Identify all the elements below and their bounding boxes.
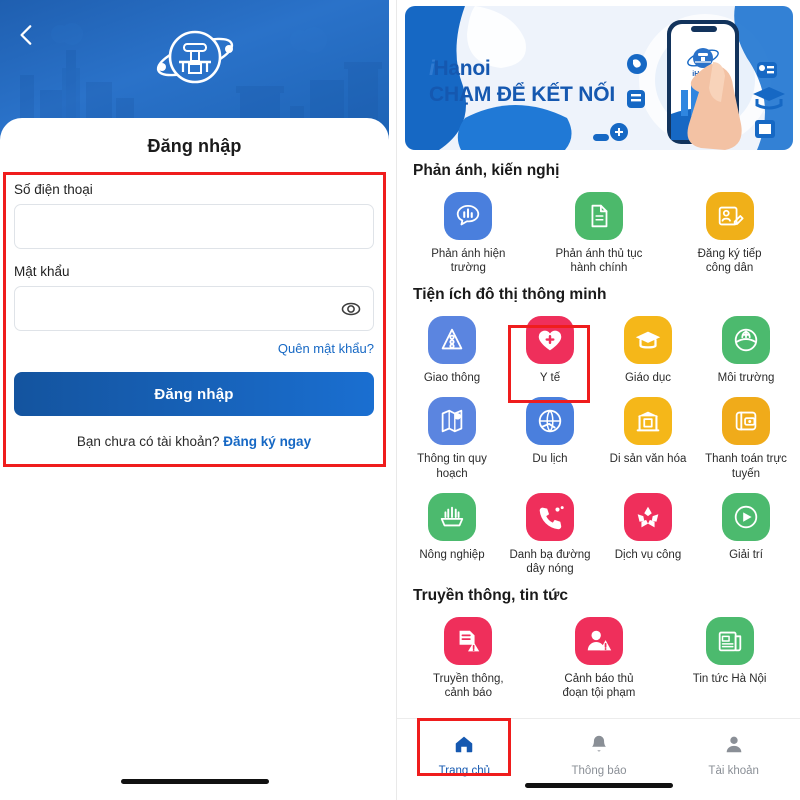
promo-banner[interactable]: iHanoi CHẠM ĐỂ KẾT NỐI	[405, 6, 793, 150]
app-tile-label: Phản ánh hiện trường	[431, 248, 506, 275]
home-screen: iHanoi CHẠM ĐỂ KẾT NỐI Phản ánh, kiến ng…	[396, 0, 800, 800]
bell-icon[interactable]	[588, 733, 610, 760]
password-field-group: Mật khẩu	[14, 264, 374, 331]
app-tile[interactable]: Phản ánh thủ tục hành chính	[534, 180, 665, 276]
app-tile[interactable]: Giải trí	[697, 481, 795, 577]
megaphone-chat-icon[interactable]	[444, 192, 493, 240]
register-card-icon[interactable]	[705, 192, 754, 240]
banner-brand: iHanoi	[429, 58, 615, 79]
heritage-gate-icon[interactable]	[624, 397, 672, 446]
forgot-password-row: Quên mật khẩu?	[14, 340, 374, 358]
signup-row: Bạn chưa có tài khoản? Đăng ký ngay	[14, 434, 374, 449]
app-tile[interactable]: Du lịch	[501, 385, 599, 481]
app-tile-label: Di sản văn hóa	[609, 453, 687, 466]
map-pin-icon[interactable]	[428, 397, 476, 446]
app-tile[interactable]: Phản ánh hiện trường	[403, 180, 534, 276]
signup-prompt-text: Bạn chưa có tài khoản?	[76, 434, 224, 449]
phone-field-group: Số điện thoại	[14, 182, 374, 249]
section-title: Truyền thông, tin tức	[413, 586, 569, 604]
app-tile-label: Thông tin quy hoạch	[417, 453, 487, 480]
login-card: Đăng nhập Số điện thoại Mật khẩu Quên mậ…	[0, 118, 389, 800]
app-tile-label: Danh bạ đường dây nóng	[509, 548, 591, 576]
app-tile[interactable]: Thông tin quy hoạch	[403, 385, 501, 481]
person-icon[interactable]	[723, 733, 745, 760]
app-tile[interactable]: Tin tức Hà Nội	[664, 605, 795, 701]
wallet-card-icon[interactable]	[722, 397, 770, 446]
app-tile-label: Thanh toán trực tuyến	[705, 453, 787, 480]
app-tile-label: Cảnh báo thủ đoạn tội phạm	[562, 672, 636, 699]
forgot-password-link[interactable]: Quên mật khẩu?	[278, 341, 374, 356]
home-icon[interactable]	[453, 733, 475, 760]
environment-globe-icon[interactable]	[722, 315, 770, 364]
app-tile-label: Giáo dục	[624, 371, 672, 384]
app-tile-label: Truyền thông, cảnh báo	[433, 672, 504, 699]
crime-alert-person-icon[interactable]	[574, 616, 623, 665]
signup-link[interactable]: Đăng ký ngay	[223, 434, 311, 449]
app-tile-label: Tin tức Hà Nội	[692, 672, 767, 685]
agriculture-plant-icon[interactable]	[428, 492, 476, 541]
app-tile-label: Y tế	[539, 371, 561, 384]
nav-item-home[interactable]: Trang chủ	[397, 719, 532, 800]
document-stack-icon[interactable]	[574, 192, 623, 240]
nav-item-person[interactable]: Tài khoản	[666, 719, 800, 800]
phone-input-wrapper[interactable]	[14, 204, 374, 249]
nav-item-label: Trang chủ	[438, 765, 491, 777]
app-tile-label: Giao thông	[423, 371, 481, 384]
back-arrow-icon[interactable]	[14, 22, 40, 48]
ihanoi-logo-icon	[156, 30, 233, 84]
app-tile-label: Giải trí	[729, 548, 763, 561]
app-tile[interactable]: Đăng ký tiếp công dân	[664, 180, 795, 276]
app-tile-label: Du lịch	[532, 453, 568, 466]
app-tile[interactable]: Danh bạ đường dây nóng	[501, 481, 599, 577]
section-grid: Phản ánh hiện trường Phản ánh thủ tục hàn…	[397, 180, 800, 276]
app-tile[interactable]: Y tế	[501, 304, 599, 385]
home-indicator	[524, 783, 673, 788]
banner-brand-name: Hanoi	[433, 57, 491, 80]
app-tile[interactable]: Thanh toán trực tuyến	[697, 385, 795, 481]
public-service-icon[interactable]	[624, 492, 672, 541]
section-grid: Truyền thông, cảnh báo Cảnh báo thủ đoạn …	[397, 605, 800, 701]
alert-document-icon[interactable]	[444, 616, 493, 665]
app-tile[interactable]: Môi trường	[697, 304, 795, 385]
app-tile[interactable]: Nông nghiệp	[403, 481, 501, 577]
password-label: Mật khẩu	[14, 264, 70, 279]
password-input-wrapper[interactable]	[14, 286, 374, 331]
nav-item-label: Thông báo	[571, 765, 627, 777]
home-indicator	[120, 779, 269, 784]
phone-label: Số điện thoại	[14, 182, 93, 197]
nav-item-label: Tài khoản	[708, 765, 759, 777]
app-tile-label: Đăng ký tiếp công dân	[697, 248, 762, 275]
password-input[interactable]	[27, 287, 361, 330]
app-tile-label: Dịch vụ công	[614, 548, 682, 561]
app-tile[interactable]: Giáo dục	[599, 304, 697, 385]
traffic-light-icon[interactable]	[428, 315, 476, 364]
login-screen: Đăng nhập Số điện thoại Mật khẩu Quên mậ…	[0, 0, 389, 800]
newspaper-icon[interactable]	[705, 616, 754, 665]
app-tile[interactable]: Cảnh báo thủ đoạn tội phạm	[534, 605, 665, 701]
login-form: Số điện thoại Mật khẩu Quên mật khẩu? Đă…	[14, 182, 374, 449]
heart-medical-icon[interactable]	[526, 315, 574, 364]
play-entertainment-icon[interactable]	[722, 492, 770, 541]
app-tile[interactable]: Di sản văn hóa	[599, 385, 697, 481]
app-tile[interactable]: Giao thông	[403, 304, 501, 385]
graduation-cap-icon[interactable]	[624, 315, 672, 364]
travel-globe-icon[interactable]	[526, 397, 574, 446]
sections-container: Phản ánh, kiến nghị Phản ánh hiện trường P…	[397, 162, 800, 700]
app-tile-label: Môi trường	[717, 371, 775, 384]
app-tile-label: Nông nghiệp	[419, 548, 485, 561]
section-grid: Giao thông Y tế Giáo dục Môi trường Thông ti…	[397, 304, 800, 577]
app-tile[interactable]: Truyền thông, cảnh báo	[403, 605, 534, 701]
app-tile[interactable]: Dịch vụ công	[599, 481, 697, 577]
banner-tagline: CHẠM ĐỂ KẾT NỐI	[429, 83, 616, 106]
phone-input[interactable]	[27, 205, 361, 248]
hotline-phone-icon[interactable]	[526, 492, 574, 541]
section-title: Phản ánh, kiến nghị	[413, 162, 560, 179]
banner-text: iHanoi CHẠM ĐỂ KẾT NỐI	[429, 58, 615, 105]
login-submit-button[interactable]: Đăng nhập	[14, 372, 374, 416]
app-tile-label: Phản ánh thủ tục hành chính	[555, 248, 643, 275]
section-title: Tiện ích đô thị thông minh	[413, 285, 607, 303]
eye-icon[interactable]	[340, 298, 362, 320]
page-title: Đăng nhập	[147, 136, 242, 156]
